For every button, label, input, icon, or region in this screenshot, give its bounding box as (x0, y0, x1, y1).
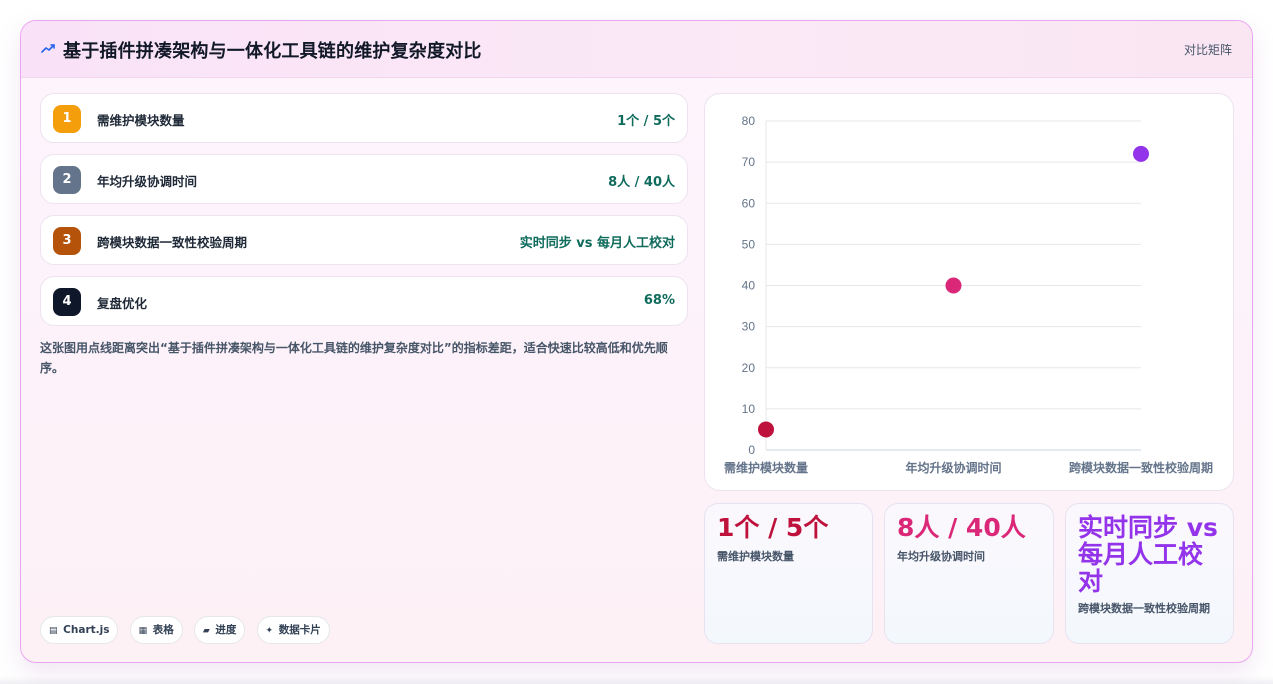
y-tick-label: 10 (742, 402, 756, 416)
scatter-chart: 0 10 20 30 40 50 60 70 80 需维护模块数量 年均升级协调时间 跨模块数据一致性… (704, 93, 1234, 491)
stat-value: 实时同步 vs 每月人工校对 (1078, 513, 1218, 596)
metric-index-badge: 3 (53, 227, 81, 255)
x-tick-label: 年均升级协调时间 (905, 460, 1001, 475)
table-icon: ▦ (138, 626, 148, 636)
chip-label: 数据卡片 (278, 624, 321, 636)
stat-card: 8人 / 40人 年均升级协调时间 (884, 503, 1054, 644)
metric-row: 4 复盘优化 68% (40, 276, 688, 326)
chart-trend-icon (41, 44, 55, 53)
chip-chartjs[interactable]: ▤ Chart.js (40, 616, 119, 644)
data-point[interactable] (758, 421, 774, 438)
chip-label: Chart.js (63, 624, 110, 636)
y-tick-label: 30 (742, 320, 756, 334)
data-point[interactable] (1133, 145, 1149, 162)
header-tag: 对比矩阵 (1183, 43, 1232, 57)
chip-table[interactable]: ▦ 表格 (129, 616, 183, 644)
chip-label: 表格 (152, 624, 174, 636)
metric-value: 8人 / 40人 (608, 175, 675, 190)
x-tick-label: 跨模块数据一致性校验周期 (1069, 460, 1213, 475)
y-tick-label: 60 (742, 196, 756, 210)
metric-row: 2 年均升级协调时间 8人 / 40人 (40, 154, 688, 204)
metric-label: 跨模块数据一致性校验周期 (97, 235, 248, 250)
chip-data-card[interactable]: ✦ 数据卡片 (256, 616, 330, 644)
metric-row: 1 需维护模块数量 1个 / 5个 (40, 93, 688, 143)
card-header: 基于插件拼凑架构与一体化工具链的维护复杂度对比 对比矩阵 (21, 21, 1252, 78)
y-tick-label: 80 (742, 114, 756, 128)
stat-card: 实时同步 vs 每月人工校对 跨模块数据一致性校验周期 (1065, 503, 1234, 644)
metric-index-badge: 1 (53, 105, 81, 133)
chart-description: 这张图用点线距离突出“基于插件拼凑架构与一体化工具链的维护复杂度对比”的指标差距… (40, 341, 668, 375)
stat-label: 年均升级协调时间 (897, 550, 985, 563)
metric-label: 需维护模块数量 (97, 113, 185, 128)
metric-value: 1个 / 5个 (617, 114, 675, 129)
chart-icon: ▤ (49, 626, 58, 636)
metric-index-badge: 4 (53, 288, 81, 316)
page-title: 基于插件拼凑架构与一体化工具链的维护复杂度对比 (63, 41, 482, 62)
progress-icon: ▰ (202, 626, 210, 636)
y-tick-label: 20 (742, 361, 756, 375)
stat-value: 8人 / 40人 (897, 513, 1026, 542)
stat-card: 1个 / 5个 需维护模块数量 (704, 503, 873, 644)
stat-value: 1个 / 5个 (717, 513, 829, 542)
metric-value: 实时同步 vs 每月人工校对 (519, 236, 675, 251)
chip-label: 进度 (215, 624, 237, 636)
metric-row: 3 跨模块数据一致性校验周期 实时同步 vs 每月人工校对 (40, 215, 688, 265)
comparison-card: 基于插件拼凑架构与一体化工具链的维护复杂度对比 对比矩阵 1 需维护模块数量 1… (20, 20, 1253, 663)
stat-label: 需维护模块数量 (717, 550, 794, 563)
y-tick-label: 50 (742, 237, 756, 251)
sparkle-icon: ✦ (265, 626, 274, 636)
y-tick-label: 0 (748, 443, 755, 457)
chart-canvas: 0 10 20 30 40 50 60 70 80 需维护模块数量 年均升级协调时间 跨模块数据一致性… (724, 114, 1213, 475)
chip-progress[interactable]: ▰ 进度 (193, 616, 246, 644)
feature-chips: ▤ Chart.js ▦ 表格 ▰ 进度 ✦ 数据卡片 (40, 616, 336, 644)
x-tick-label: 需维护模块数量 (724, 460, 808, 475)
y-tick-label: 40 (742, 279, 756, 293)
page-shadow (0, 676, 1273, 684)
metric-index-badge: 2 (53, 166, 81, 194)
metric-label: 年均升级协调时间 (97, 174, 198, 189)
y-tick-label: 70 (742, 155, 756, 169)
metric-label: 复盘优化 (97, 296, 148, 311)
stat-label: 跨模块数据一致性校验周期 (1078, 602, 1210, 615)
metric-value: 68% (643, 293, 675, 308)
data-point[interactable] (945, 277, 962, 294)
